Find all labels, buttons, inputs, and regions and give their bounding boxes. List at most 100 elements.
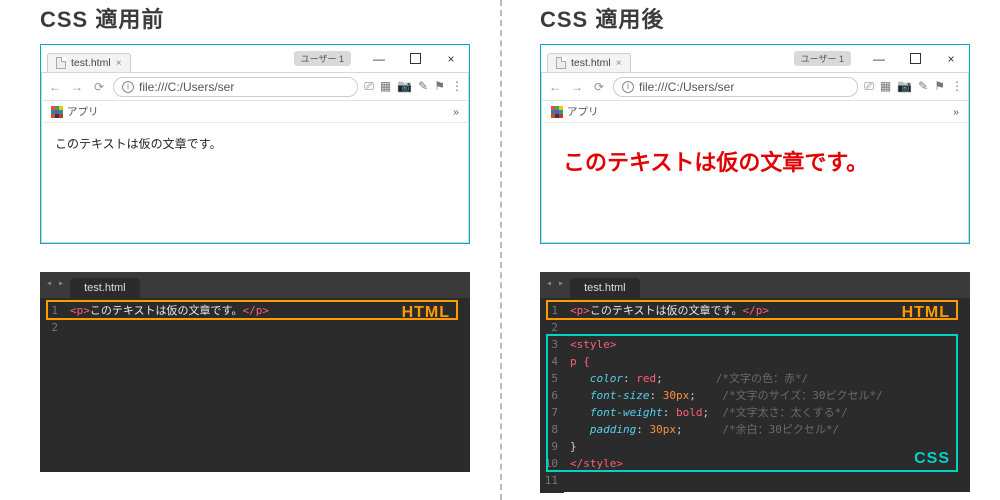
code-brace-close: } [570,440,577,453]
editor-tab-title: test.html [584,282,626,294]
code-tag-open: <p> [570,304,590,317]
user-badge[interactable]: ユーザー 1 [294,51,351,66]
camera-icon[interactable]: 📷 [397,79,412,94]
info-icon[interactable]: i [122,81,134,93]
bookmark-bar: アプリ » [541,101,969,123]
code-tag-close: </p> [742,304,769,317]
browser-tabs-area: test.html × [41,45,131,72]
window-maximize-button[interactable] [397,45,433,72]
window-minimize-button[interactable]: — [861,45,897,72]
code-prop: padding [590,423,636,436]
close-icon: × [447,52,454,66]
editor-code[interactable]: <p>このテキストは仮の文章です。</p> [64,298,470,340]
apps-label: アプリ [67,104,99,119]
camera-icon[interactable]: 📷 [897,79,912,94]
user-badge[interactable]: ユーザー 1 [794,51,851,66]
code-val: red [636,372,656,385]
panel-after: CSS 適用後 test.html × ユーザー 1 — × ← → ⟳ [540,0,1000,500]
browser-tab[interactable]: test.html × [47,53,131,72]
code-editor-after: ◂ ▸ test.html 1234567891011 <p>このテキストは仮の… [540,272,970,492]
url-text: file:///C:/Users/ser [639,80,734,94]
bookmark-overflow[interactable]: » [953,106,959,118]
close-icon: × [947,52,954,66]
page-body-before: このテキストは仮の文章です。 [41,123,469,164]
code-comment: /*文字の色：赤*/ [716,372,809,385]
apps-grid-icon [51,106,63,118]
picker-icon[interactable]: ✎ [918,79,928,94]
back-button[interactable]: ← [47,80,63,94]
apps-shortcut[interactable]: アプリ [51,104,99,119]
flag-icon[interactable]: ⚑ [434,79,445,94]
bookmark-bar: アプリ » [41,101,469,123]
code-tag-open: <p> [70,304,90,317]
editor-tabbar: ◂ ▸ test.html [540,272,970,298]
code-editor-before: ◂ ▸ test.html 12 <p>このテキストは仮の文章です。</p> H… [40,272,470,472]
browser-window-before: test.html × ユーザー 1 — × ← → ⟳ i file:///C… [40,44,470,244]
cast-icon[interactable]: ⎚ [364,79,374,94]
flag-icon[interactable]: ⚑ [934,79,945,94]
page-body-after: このテキストは仮の文章です。 [541,123,969,199]
code-prop: font-size [590,389,650,402]
apps-label: アプリ [567,104,599,119]
code-prop: font-weight [590,406,663,419]
code-selector: p { [570,355,590,368]
column-separator [500,0,502,500]
menu-icon[interactable]: ⋮ [451,79,463,94]
code-prop: color [590,372,623,385]
browser-window-after: test.html × ユーザー 1 — × ← → ⟳ i file:///C… [540,44,970,244]
editor-tab-title: test.html [84,282,126,294]
editor-tab-nav[interactable]: ◂ ▸ [46,278,70,293]
url-input[interactable]: i file:///C:/Users/ser [113,77,358,97]
forward-button[interactable]: → [569,80,585,94]
editor-tab[interactable]: test.html [70,278,140,298]
editor-body[interactable]: 1234567891011 <p>このテキストは仮の文章です。</p> <sty… [540,298,970,493]
reload-button[interactable]: ⟳ [91,80,107,94]
code-val: 30px [649,423,676,436]
qr-icon[interactable]: ▦ [880,79,891,94]
page-paragraph: このテキストは仮の文章です。 [55,137,221,151]
code-style-close: </style> [570,457,623,470]
editor-tabbar: ◂ ▸ test.html [40,272,470,298]
browser-titlebar: test.html × ユーザー 1 — × [541,45,969,73]
cast-icon[interactable]: ⎚ [864,79,874,94]
apps-shortcut[interactable]: アプリ [551,104,599,119]
code-comment: /*文字太さ：太くする*/ [722,406,848,419]
page-paragraph-styled: このテキストは仮の文章です。 [541,123,969,199]
editor-tab[interactable]: test.html [570,278,640,298]
info-icon[interactable]: i [622,81,634,93]
tab-close-icon[interactable]: × [116,58,122,69]
forward-button[interactable]: → [69,80,85,94]
code-val: bold [676,406,703,419]
tab-close-icon[interactable]: × [616,58,622,69]
window-minimize-button[interactable]: — [361,45,397,72]
file-icon [56,57,66,69]
window-maximize-button[interactable] [897,45,933,72]
editor-code[interactable]: <p>このテキストは仮の文章です。</p> <style> p { color:… [564,298,970,493]
heading-after: CSS 適用後 [540,2,1000,34]
editor-gutter: 1234567891011 [540,298,564,493]
minimize-icon: — [873,52,885,66]
reload-button[interactable]: ⟳ [591,80,607,94]
window-close-button[interactable]: × [933,45,969,72]
code-val: 30px [663,389,690,402]
code-text: このテキストは仮の文章です。 [590,304,743,317]
back-button[interactable]: ← [547,80,563,94]
browser-tab[interactable]: test.html × [547,53,631,72]
code-comment: /*余白：30ピクセル*/ [722,423,839,436]
browser-tabs-area: test.html × [541,45,631,72]
window-controls: ユーザー 1 — × [794,45,969,72]
minimize-icon: — [373,52,385,66]
editor-body[interactable]: 12 <p>このテキストは仮の文章です。</p> HTML [40,298,470,340]
bookmark-overflow[interactable]: » [453,106,459,118]
qr-icon[interactable]: ▦ [380,79,391,94]
editor-tab-nav[interactable]: ◂ ▸ [546,278,570,293]
url-input[interactable]: i file:///C:/Users/ser [613,77,858,97]
code-style-open: <style> [570,338,616,351]
file-icon [556,57,566,69]
extension-icons: ⎚ ▦ 📷 ✎ ⚑ ⋮ [364,79,463,94]
menu-icon[interactable]: ⋮ [951,79,963,94]
window-close-button[interactable]: × [433,45,469,72]
editor-gutter: 12 [40,298,64,340]
code-text: このテキストは仮の文章です。 [90,304,243,317]
picker-icon[interactable]: ✎ [418,79,428,94]
